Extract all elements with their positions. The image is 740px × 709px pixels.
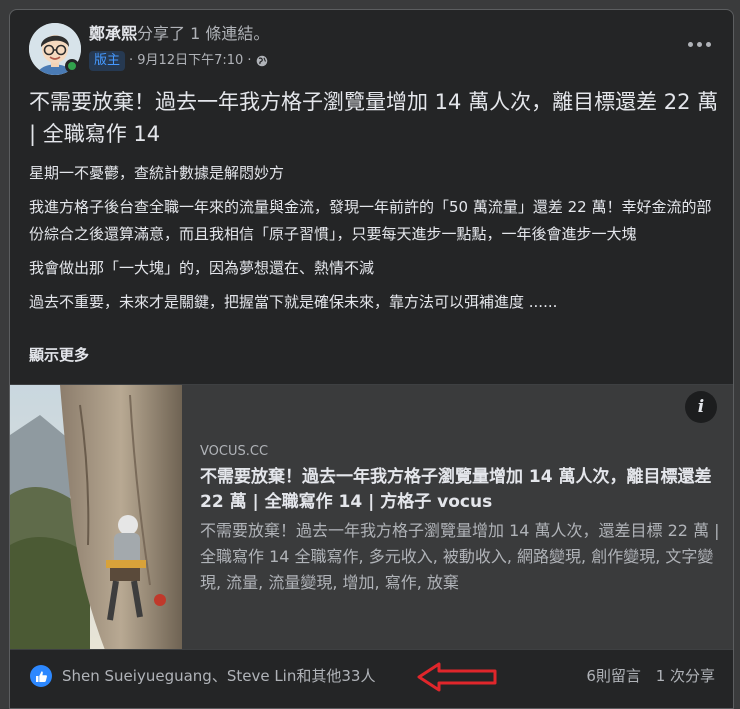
share-action-text: 分享了 1 條連結。 xyxy=(137,24,270,43)
reactions-bar: Shen Sueiyueguang、Steve Lin和其他33人 6則留言 1… xyxy=(10,649,733,708)
online-status-dot xyxy=(65,59,79,73)
shares-count[interactable]: 1 次分享 xyxy=(656,667,715,685)
see-more-link[interactable]: 顯示更多 xyxy=(29,344,89,365)
post-card: 鄭承熙分享了 1 條連結。 版主 · 9月12日下午7:10 · 不需要放棄！過… xyxy=(9,9,734,709)
link-thumbnail[interactable] xyxy=(10,385,182,650)
more-options-icon[interactable] xyxy=(685,36,713,52)
author-name[interactable]: 鄭承熙 xyxy=(89,24,137,43)
post-paragraph: 我進方格子後台查全職一年來的流量與金流，發現一年前許的「50 萬流量」還差 22… xyxy=(29,198,712,243)
link-domain: VOCUS.CC xyxy=(200,444,269,459)
engagement-counts: 6則留言 1 次分享 xyxy=(586,665,715,687)
post-meta: 版主 · 9月12日下午7:10 · xyxy=(89,51,268,71)
comments-count[interactable]: 6則留言 xyxy=(586,667,641,685)
post-title: 不需要放棄！過去一年我方格子瀏覽量增加 14 萬人次，離目標還差 22 萬 | … xyxy=(29,90,719,146)
link-title[interactable]: 不需要放棄！過去一年我方格子瀏覽量增加 14 萬人次，離目標還差 22 萬 | … xyxy=(200,465,720,515)
like-reaction-icon[interactable] xyxy=(30,665,52,687)
link-preview-card[interactable]: i VOCUS.CC 不需要放棄！過去一年我方格子瀏覽量增加 14 萬人次，離目… xyxy=(10,384,733,650)
post-header: 鄭承熙分享了 1 條連結。 版主 · 9月12日下午7:10 · xyxy=(10,10,733,82)
admin-badge: 版主 xyxy=(89,51,126,71)
post-paragraph: 星期一不憂鬱，查統計數據是解悶妙方 xyxy=(29,164,285,182)
post-paragraph: 我會做出那「一大塊」的，因為夢想還在、熱情不減 xyxy=(29,259,375,277)
post-paragraph: 過去不重要，未來才是關鍵，把握當下就是確保未來，靠方法可以弭補進度 ...... xyxy=(29,293,558,311)
annotation-arrow-icon xyxy=(417,662,497,692)
author-line: 鄭承熙分享了 1 條連結。 xyxy=(89,23,269,45)
link-description: 不需要放棄！過去一年我方格子瀏覽量增加 14 萬人次，還差目標 22 萬 | 全… xyxy=(200,521,720,592)
link-text[interactable]: VOCUS.CC 不需要放棄！過去一年我方格子瀏覽量增加 14 萬人次，離目標還… xyxy=(200,443,720,596)
link-info-icon[interactable]: i xyxy=(685,391,717,423)
post-timestamp[interactable]: · 9月12日下午7:10 · xyxy=(129,51,252,71)
reactors-text[interactable]: Shen Sueiyueguang、Steve Lin和其他33人 xyxy=(62,665,375,687)
post-body: 星期一不憂鬱，查統計數據是解悶妙方 我進方格子後台查全職一年來的流量與金流，發現… xyxy=(29,160,719,316)
globe-icon[interactable] xyxy=(256,55,268,67)
